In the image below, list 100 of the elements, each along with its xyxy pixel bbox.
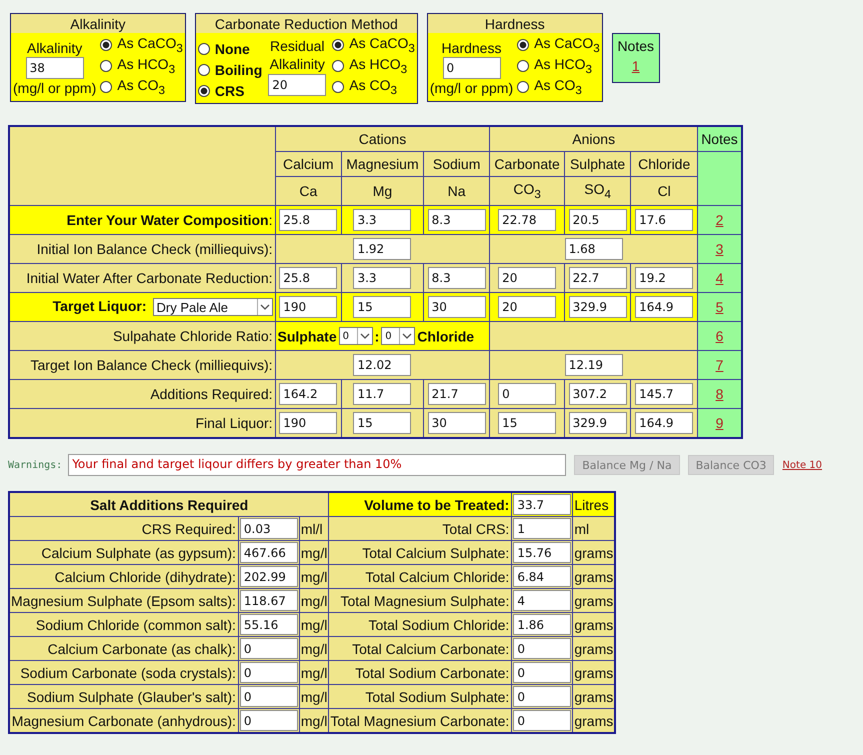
radio-button[interactable]: [517, 81, 530, 93]
value-field[interactable]: 17.6: [635, 209, 694, 231]
volume-field[interactable]: 33.7: [513, 494, 572, 515]
value-field[interactable]: 0: [513, 710, 572, 731]
value-field[interactable]: 8.3: [428, 209, 486, 231]
value-field[interactable]: 30: [428, 412, 486, 434]
total-label: Total Calcium Carbonate:: [328, 636, 512, 660]
value-field[interactable]: 15: [353, 296, 412, 318]
radio-button[interactable]: [332, 39, 344, 51]
value-field[interactable]: 0: [498, 383, 556, 405]
panel-title: Notes: [617, 38, 654, 54]
value-field[interactable]: 4: [513, 590, 572, 611]
residual-alkalinity-field[interactable]: 20: [268, 74, 326, 96]
unit-label: ml: [572, 516, 616, 540]
ratio-dropdown[interactable]: 0: [381, 327, 416, 346]
salt-label: CRS Required:: [9, 516, 238, 540]
row-label: Final Liquor:: [195, 415, 272, 431]
radio-label: None: [214, 41, 250, 57]
radio-button[interactable]: [198, 64, 210, 76]
row-label: Initial Water After Carbonate Reduction:: [26, 270, 272, 286]
radio-button[interactable]: [100, 39, 112, 51]
value-field[interactable]: 145.7: [635, 383, 694, 405]
value-field[interactable]: 0: [513, 638, 572, 659]
total-label: Total Sodium Chloride:: [328, 612, 512, 636]
value-field[interactable]: 30: [428, 296, 486, 318]
note-link[interactable]: 2: [716, 212, 724, 228]
value-field[interactable]: 22.78: [498, 209, 556, 231]
value-field[interactable]: 25.8: [279, 209, 338, 231]
note-link[interactable]: 5: [716, 299, 724, 315]
value-field[interactable]: 0: [240, 662, 298, 683]
radio-button[interactable]: [100, 81, 112, 93]
value-field[interactable]: 1.68: [564, 238, 623, 260]
value-field[interactable]: 118.67: [240, 590, 298, 611]
value-field[interactable]: 20: [498, 296, 556, 318]
note-link[interactable]: 3: [716, 241, 724, 257]
value-field[interactable]: 3.3: [353, 209, 412, 231]
radio-button[interactable]: [517, 39, 530, 51]
radio-button[interactable]: [332, 81, 344, 93]
value-field[interactable]: 329.9: [568, 296, 627, 318]
alkalinity-field[interactable]: 38: [26, 57, 84, 79]
column-header: Notes: [697, 126, 742, 152]
column-header: Sulphate: [564, 152, 631, 176]
field-label: Alkalinity: [26, 40, 82, 56]
value-field[interactable]: 164.2: [279, 383, 338, 405]
note-link[interactable]: 4: [716, 270, 724, 286]
value-field[interactable]: 202.99: [240, 566, 298, 587]
note-link[interactable]: 6: [716, 328, 724, 344]
value-field[interactable]: 15.76: [513, 542, 572, 563]
value-field[interactable]: 20.5: [568, 209, 627, 231]
column-group-header: Anions: [490, 126, 698, 152]
value-field[interactable]: 0: [240, 686, 298, 707]
unit-label: grams: [572, 564, 616, 588]
value-field[interactable]: 0: [513, 686, 572, 707]
caret-icon: [399, 328, 414, 344]
value-field[interactable]: 164.9: [635, 412, 694, 434]
salt-label: Calcium Sulphate (as gypsum):: [9, 540, 238, 564]
total-label: Total CRS:: [328, 516, 512, 540]
radio-label: CRS: [214, 83, 244, 99]
value-field[interactable]: 1.92: [353, 238, 412, 260]
note-link[interactable]: 8: [716, 386, 724, 402]
radio-button[interactable]: [198, 85, 210, 97]
hardness-field[interactable]: 0: [442, 57, 500, 79]
value-field[interactable]: 0.03: [240, 518, 298, 539]
radio-button[interactable]: [198, 43, 210, 55]
value-field[interactable]: 164.9: [635, 296, 694, 318]
unit-label: (mg/l or ppm): [430, 80, 514, 96]
value-field[interactable]: 15: [498, 412, 556, 434]
value-field[interactable]: 8.3: [428, 267, 486, 289]
value-field[interactable]: 12.19: [564, 354, 623, 376]
style-dropdown[interactable]: Dry Pale Ale: [152, 298, 272, 316]
value-field[interactable]: 1: [513, 518, 572, 539]
value-field[interactable]: 21.7: [428, 383, 486, 405]
radio-button[interactable]: [332, 60, 344, 72]
value-field[interactable]: 190: [279, 296, 338, 318]
value-field[interactable]: 11.7: [353, 383, 412, 405]
value-field[interactable]: 307.2: [568, 383, 627, 405]
radio-button[interactable]: [100, 60, 112, 72]
value-field[interactable]: 19.2: [635, 267, 694, 289]
volume-label: Volume to be Treated:: [328, 492, 512, 516]
note-link[interactable]: 1: [632, 58, 640, 74]
value-field[interactable]: 20: [498, 267, 556, 289]
note-link[interactable]: Note 10: [782, 460, 822, 470]
value-field[interactable]: 3.3: [353, 267, 412, 289]
value-field[interactable]: 467.66: [240, 542, 298, 563]
value-field[interactable]: 0: [240, 710, 298, 731]
value-field[interactable]: 329.9: [568, 412, 627, 434]
value-field[interactable]: 0: [240, 638, 298, 659]
ratio-dropdown[interactable]: 0: [338, 327, 373, 346]
value-field[interactable]: 15: [353, 412, 412, 434]
value-field[interactable]: 55.16: [240, 614, 298, 635]
value-field[interactable]: 0: [513, 662, 572, 683]
note-link[interactable]: 9: [716, 415, 724, 431]
value-field[interactable]: 22.7: [568, 267, 627, 289]
radio-button[interactable]: [517, 60, 530, 72]
note-link[interactable]: 7: [716, 357, 724, 373]
value-field[interactable]: 25.8: [279, 267, 338, 289]
value-field[interactable]: 1.86: [513, 614, 572, 635]
value-field[interactable]: 12.02: [353, 354, 412, 376]
value-field[interactable]: 6.84: [513, 566, 572, 587]
value-field[interactable]: 190: [279, 412, 338, 434]
